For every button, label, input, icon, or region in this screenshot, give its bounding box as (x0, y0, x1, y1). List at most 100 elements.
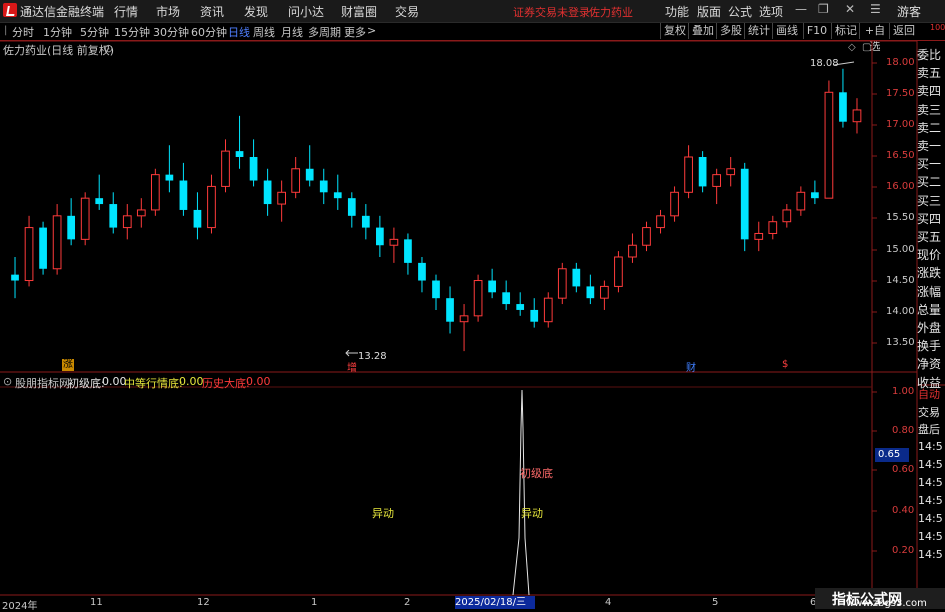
candlestick-chart[interactable] (0, 55, 872, 373)
candle[interactable] (404, 233, 412, 275)
candle-body (768, 221, 778, 234)
orderbook-label: 换手 (917, 339, 942, 354)
candle[interactable] (179, 162, 188, 216)
candle-body (572, 268, 581, 287)
candle[interactable] (333, 174, 342, 210)
chart-settings-icon[interactable]: ⊙ (104, 42, 113, 55)
candle-body (839, 92, 847, 122)
candle-body (488, 280, 496, 293)
candle[interactable] (446, 286, 454, 334)
indicator-chart[interactable] (0, 388, 872, 595)
candle[interactable] (684, 145, 693, 199)
candle[interactable] (656, 209, 665, 234)
candle[interactable] (698, 151, 707, 193)
candle[interactable] (754, 221, 764, 252)
marker-dollar[interactable]: $ (782, 359, 788, 370)
candle[interactable] (361, 204, 370, 240)
trade-time: 14:5 (918, 512, 943, 525)
date-tick: 2 (404, 597, 411, 608)
indicator-tick: 0.20 (892, 545, 915, 556)
candle[interactable] (52, 204, 62, 275)
diamond-icon[interactable]: ◇ (848, 42, 856, 53)
candle[interactable] (586, 274, 595, 305)
trade-time: 14:5 (918, 458, 943, 471)
candle[interactable] (235, 115, 244, 169)
candle[interactable] (432, 274, 440, 310)
orderbook-label: 现价 (917, 248, 942, 263)
candle-body (740, 168, 749, 240)
candle[interactable] (418, 257, 426, 293)
candle-body (389, 238, 399, 246)
candle[interactable] (614, 251, 623, 293)
marker-zeng[interactable]: 增 (347, 359, 357, 374)
candle[interactable] (67, 198, 76, 246)
candle[interactable] (839, 68, 847, 128)
candle[interactable] (277, 180, 286, 222)
trade-time: 14:5 (918, 476, 943, 489)
marker-cai[interactable]: 财 (686, 359, 696, 374)
candle[interactable] (768, 215, 778, 240)
candle[interactable] (319, 168, 328, 205)
candle[interactable] (740, 162, 749, 252)
annotation-yidong-1: 异动 (372, 507, 394, 520)
candle[interactable] (811, 180, 819, 205)
candle[interactable] (824, 80, 834, 199)
candle[interactable] (712, 168, 722, 205)
candle[interactable] (502, 280, 511, 310)
orderbook-label: 净资 (917, 357, 942, 372)
candle-body (52, 215, 62, 270)
candle[interactable] (150, 168, 160, 216)
candle[interactable] (39, 221, 47, 275)
price-tick: 15.50 (886, 212, 915, 223)
indicator-settings-icon[interactable]: ⊙ (3, 375, 12, 388)
candle-body (852, 109, 862, 123)
candle-body (361, 215, 370, 228)
candle[interactable] (207, 174, 216, 234)
candle[interactable] (852, 98, 862, 134)
candle[interactable] (136, 198, 146, 228)
candle-body (516, 304, 525, 310)
candle[interactable] (530, 298, 539, 328)
marker-zhang[interactable]: 涨 (62, 359, 74, 371)
candle-body (614, 256, 623, 287)
candle[interactable] (376, 215, 384, 257)
candle[interactable] (516, 292, 525, 316)
candle[interactable] (249, 139, 258, 187)
candle[interactable] (488, 268, 496, 299)
candle[interactable] (642, 221, 651, 252)
orderbook-label: 卖四 (917, 84, 942, 99)
candle[interactable] (305, 145, 314, 187)
candle[interactable] (95, 174, 104, 210)
trade-time: 14:5 (918, 440, 943, 453)
candle[interactable] (11, 257, 19, 299)
window-toggle-icon[interactable]: ▢ (862, 42, 871, 53)
candle[interactable] (796, 186, 806, 216)
candle-body (502, 292, 511, 305)
candle[interactable] (572, 262, 581, 293)
candle[interactable] (726, 157, 736, 187)
candle[interactable] (165, 145, 174, 193)
candle[interactable] (459, 304, 469, 352)
candle[interactable] (557, 262, 567, 305)
candle[interactable] (24, 215, 34, 287)
candle-body (824, 91, 834, 199)
candle[interactable] (600, 280, 609, 310)
candle[interactable] (347, 192, 356, 228)
candle[interactable] (263, 168, 272, 216)
trade-auto[interactable]: 自动 (918, 386, 940, 402)
candle[interactable] (670, 186, 679, 222)
candle[interactable] (628, 233, 637, 263)
candle[interactable] (782, 204, 792, 228)
candle[interactable] (291, 157, 301, 199)
trade-label[interactable]: 交易 (918, 404, 940, 420)
candle[interactable] (193, 192, 202, 240)
candle[interactable] (543, 292, 553, 328)
candle-body (628, 244, 637, 258)
price-tick: 17.00 (886, 119, 915, 130)
candle[interactable] (473, 274, 483, 322)
candle[interactable] (109, 192, 118, 234)
candle[interactable] (122, 204, 132, 240)
candle[interactable] (389, 227, 399, 263)
candle[interactable] (80, 192, 90, 246)
candle[interactable] (221, 139, 230, 193)
